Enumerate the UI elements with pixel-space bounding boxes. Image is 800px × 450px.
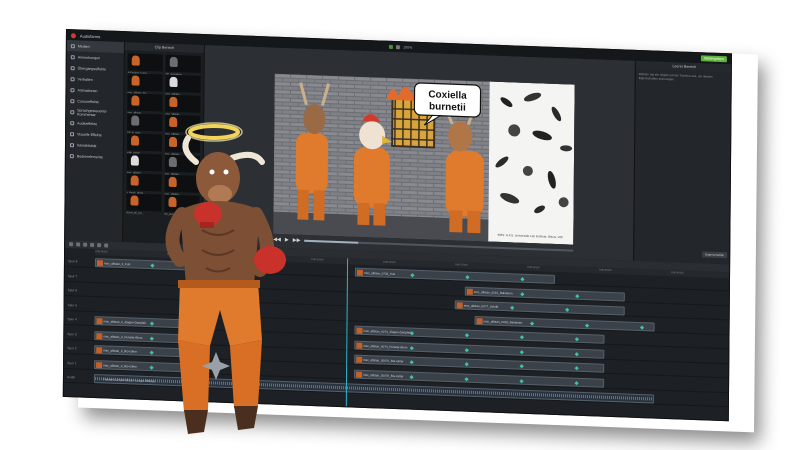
tool-label: Interaktivität	[76, 142, 97, 148]
tool-label: Cursoreffekte	[77, 98, 99, 104]
animation-icon	[70, 87, 75, 92]
app-logo-icon	[70, 32, 76, 38]
clip-label: msc_aflstan_0210_Bakterien	[473, 289, 513, 295]
annotation-icon	[70, 54, 75, 59]
clip-thumbnail	[356, 356, 363, 363]
track-label: Audio	[66, 375, 76, 380]
track-label: Spur 1	[67, 360, 77, 365]
clip-thumbnail	[466, 288, 473, 295]
ruler-tick: 0:00:40;00	[671, 271, 684, 275]
redo-icon[interactable]	[76, 242, 81, 247]
thumbnail-image	[169, 96, 178, 108]
media-thumbnail[interactable]: msc_aflstan	[165, 74, 201, 96]
micrograph-panel: EMS: H.Krz, Universität Lab Institute, B…	[488, 81, 575, 245]
track-label: Spur 2	[67, 346, 77, 351]
pan-tool-icon[interactable]	[396, 45, 401, 50]
media-thumbnail[interactable]: msc_aflstan...	[127, 93, 163, 115]
ruler-tick: 0:00:30;00	[527, 265, 540, 270]
media-thumbnail[interactable]: S0_ausgaben	[166, 54, 201, 76]
comic-scene: Coxiella burnetii EMS: H.Krz, Universitä…	[273, 73, 575, 245]
thumbnail-image	[130, 195, 139, 206]
tool-label: Übergangseffekte	[77, 65, 106, 71]
thumbnail-image	[131, 115, 140, 126]
tool-label: Verhalten	[77, 76, 93, 82]
thumbnail-image	[130, 155, 139, 166]
cursor-icon	[70, 98, 75, 103]
media-clip[interactable]: msc_aflstan_0077_Schrift	[454, 300, 625, 316]
thumbnail-image	[131, 135, 140, 146]
tool-label: Animationen	[77, 87, 98, 93]
right-glove-icon	[254, 246, 286, 274]
behavior-icon	[70, 76, 75, 81]
thumbnail-image	[131, 75, 140, 86]
ruler-tick: 0:00:15;00	[311, 257, 324, 262]
track-label: Spur 3	[67, 331, 77, 336]
clip-label: msc_aflstan_0318_Bakterien	[483, 318, 523, 325]
tool-label: Visuelle Effekte	[77, 131, 102, 137]
share-button[interactable]: Weitergeben	[701, 55, 727, 63]
media-clip[interactable]: msc_aflstan_0210_Bakterien	[464, 286, 625, 301]
tools-panel: Medien Anmerkungen Übergangseffekte Verhalt…	[65, 40, 125, 243]
voice-icon	[70, 109, 75, 114]
tool-label: Anmerkungen	[77, 54, 101, 60]
clip-thumbnail	[96, 361, 103, 368]
clip-thumbnail	[356, 269, 363, 276]
thumbnail-image	[130, 175, 139, 186]
track-label: Spur 5	[67, 302, 78, 307]
tool-label: Medien	[77, 43, 90, 49]
interactive-icon	[69, 142, 75, 147]
track-label: Spur 7	[67, 273, 78, 278]
clip-thumbnail	[356, 371, 363, 378]
properties-hint: Wählen Sie ein Objekt auf der Timeline a…	[638, 71, 713, 82]
media-thumbnail[interactable]: msc_aflstan_00...	[127, 73, 163, 95]
clip-label: msc_aflstan_0077_Schrift	[463, 303, 499, 309]
media-icon	[70, 43, 75, 48]
tool-item[interactable]: Bedienelemente	[66, 150, 123, 163]
paste-icon[interactable]	[97, 243, 102, 248]
preview-canvas[interactable]: Coxiella burnetii EMS: H.Krz, Universitä…	[273, 73, 575, 245]
properties-panel: Leerer Bereich Wählen Sie ein Objekt auf…	[633, 60, 732, 265]
tool-label: Audioeffekte	[77, 120, 98, 126]
ruler-tick: 0:00:25;00	[455, 263, 468, 267]
media-thumbnail[interactable]: A-Frieden-Lump...	[128, 53, 163, 75]
split-icon[interactable]	[104, 243, 109, 248]
visual-effects-icon	[70, 131, 75, 136]
pointer-tool-icon[interactable]	[389, 44, 394, 49]
media-clip[interactable]: msc_aflstan_0318_Bakterien	[474, 315, 655, 332]
track-label: Spur 8	[67, 259, 78, 264]
properties-button[interactable]: Eigenschaften	[702, 251, 728, 259]
clip-thumbnail	[96, 260, 103, 267]
thumbnail-image	[131, 55, 140, 66]
controls-icon	[69, 153, 74, 158]
undo-icon[interactable]	[69, 242, 74, 247]
thumbnail-image	[169, 56, 178, 68]
audio-icon	[70, 120, 75, 125]
clip-thumbnail	[356, 327, 363, 334]
track-label: Spur 6	[67, 288, 78, 293]
clip-thumbnail	[96, 332, 103, 339]
bubble-line-2: burnetii	[429, 101, 466, 113]
halo-icon	[188, 124, 240, 140]
boxing-bull-mascot	[165, 122, 286, 434]
transition-icon	[70, 65, 75, 70]
app-name: Audiofarme	[79, 33, 101, 39]
ruler-tick: 0:00:00;00	[95, 250, 108, 254]
thumbnail-image	[131, 95, 140, 106]
tool-label: Sprachgesteuerter Kommentar	[77, 107, 107, 117]
track-label: Spur 4	[67, 317, 77, 322]
clip-thumbnail	[356, 342, 363, 349]
thumbnail-image	[169, 76, 178, 88]
clip-thumbnail	[96, 318, 103, 325]
copy-icon[interactable]	[90, 242, 95, 248]
cut-icon[interactable]	[83, 242, 88, 247]
tool-label: Bedienelemente	[76, 153, 103, 159]
clip-thumbnail	[456, 302, 463, 309]
bubble-line-1: Coxiella	[428, 89, 467, 101]
zoom-select[interactable]: 100%	[403, 45, 412, 49]
clip-thumbnail	[476, 317, 483, 324]
ruler-tick: 0:00:20;00	[383, 260, 396, 265]
ruler-tick: 0:00:35;00	[599, 268, 612, 272]
clip-thumbnail	[96, 347, 103, 354]
